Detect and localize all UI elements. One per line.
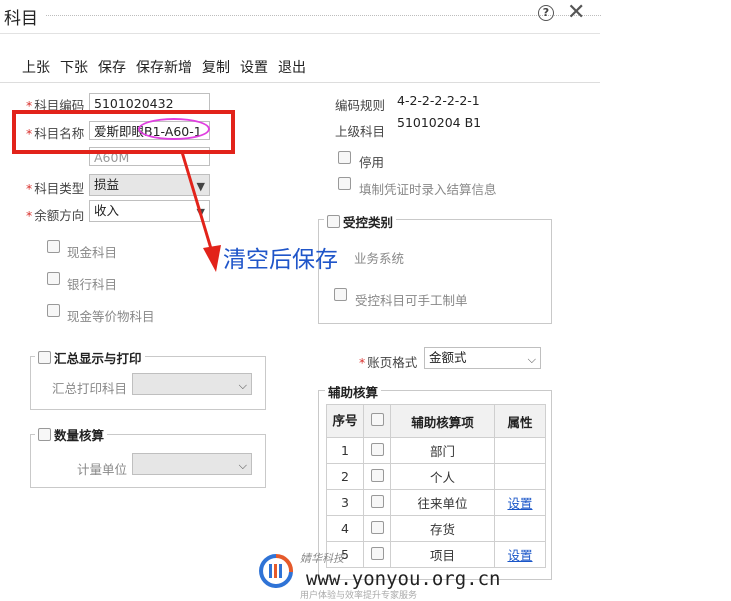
- ledger-format-value: 金额式: [429, 350, 467, 365]
- controlled-checkbox[interactable]: [327, 215, 340, 228]
- cash-checkbox[interactable]: [47, 240, 60, 257]
- ledger-format-select[interactable]: 金额式 ⌵: [424, 347, 541, 369]
- aux-header-item: 辅助核算项: [390, 404, 495, 438]
- manual-checkbox[interactable]: [334, 288, 347, 305]
- table-row[interactable]: 2 个人: [326, 463, 546, 490]
- direction-value: 收入: [94, 203, 120, 218]
- watermark-brand: 婧华科技: [300, 552, 344, 565]
- settings-button[interactable]: 设置: [240, 57, 268, 77]
- unit-select[interactable]: ⌵: [132, 453, 252, 475]
- aux-row-no: 1: [326, 437, 364, 464]
- bank-label: 银行科目: [67, 277, 118, 292]
- select-all-checkbox[interactable]: [370, 413, 384, 426]
- summary-legend-label: 汇总显示与打印: [54, 351, 142, 366]
- aux-row-item: 部门: [390, 437, 495, 464]
- aux-row-no: 3: [326, 489, 364, 516]
- unit-label: 计量单位: [77, 462, 128, 477]
- summary-print-select[interactable]: ⌵: [132, 373, 252, 395]
- parent-value: 51010204 B1: [397, 115, 482, 130]
- table-row[interactable]: 5 项目 设置: [326, 541, 546, 568]
- question-circle-icon[interactable]: ?: [538, 5, 554, 21]
- aux-row-item: 往来单位: [390, 489, 495, 516]
- watermark-site: www.yonyou.org.cn: [306, 568, 501, 590]
- controlled-legend-label: 受控类别: [343, 215, 394, 230]
- settle-label: 填制凭证时录入结算信息: [359, 182, 497, 197]
- watermark-subtitle: 用户体验与效率提升专家服务: [300, 591, 418, 601]
- window-title: 科目: [4, 9, 38, 29]
- manual-label: 受控科目可手工制单: [355, 293, 468, 308]
- aux-row-no: 4: [326, 515, 364, 542]
- quantity-checkbox[interactable]: [38, 428, 51, 441]
- annotation-arrow-icon: [180, 151, 221, 272]
- aux-header-attr: 属性: [494, 404, 546, 438]
- title-divider: [46, 15, 601, 16]
- coding-rule-label: 编码规则: [335, 98, 386, 113]
- aux-row-checkbox[interactable]: [363, 541, 391, 568]
- prev-button[interactable]: 上张: [22, 57, 50, 77]
- aux-row-checkbox[interactable]: [363, 489, 391, 516]
- header-divider: [0, 33, 600, 34]
- copy-button[interactable]: 复制: [202, 57, 230, 77]
- close-icon[interactable]: ✕: [567, 1, 585, 25]
- controlled-legend: 受控类别: [324, 212, 397, 231]
- disabled-checkbox[interactable]: [338, 151, 351, 168]
- summary-legend: 汇总显示与打印: [35, 348, 145, 367]
- aux-row-attr-link[interactable]: 设置: [494, 541, 546, 568]
- cash-label: 现金科目: [67, 245, 118, 260]
- aux-row-attr: [494, 437, 546, 464]
- aux-row-item: 个人: [390, 463, 495, 490]
- cash-equiv-label: 现金等价物科目: [67, 309, 155, 324]
- quantity-legend-label: 数量核算: [54, 428, 105, 443]
- toolbar-divider: [0, 82, 600, 83]
- aux-header-no: 序号: [326, 404, 364, 438]
- business-system-label: 业务系统: [354, 251, 405, 266]
- type-value: 损益: [94, 177, 120, 192]
- save-new-button[interactable]: 保存新增: [136, 57, 192, 77]
- aux-header-select: [363, 404, 391, 438]
- summary-print-label: 汇总打印科目: [52, 381, 128, 396]
- aux-table: 序号 辅助核算项 属性 1 部门 2 个人 3 往来单位 设置 4 存货 5 项…: [326, 404, 546, 568]
- aux-row-checkbox[interactable]: [363, 515, 391, 542]
- table-row[interactable]: 3 往来单位 设置: [326, 489, 546, 516]
- aux-row-item: 存货: [390, 515, 495, 542]
- aux-row-attr: [494, 515, 546, 542]
- quantity-legend: 数量核算: [35, 425, 108, 444]
- aux-row-checkbox[interactable]: [363, 463, 391, 490]
- table-row[interactable]: 1 部门: [326, 437, 546, 464]
- coding-rule-value: 4-2-2-2-2-2-1: [397, 93, 480, 108]
- chevron-down-icon: ⌵: [238, 379, 247, 392]
- watermark-logo-icon: [259, 554, 294, 588]
- ledger-format-label: * 账页格式: [359, 355, 418, 370]
- chevron-down-icon: ⌵: [527, 353, 536, 366]
- cash-equiv-checkbox[interactable]: [47, 304, 60, 321]
- exit-button[interactable]: 退出: [278, 57, 306, 77]
- chevron-down-icon: ⌵: [238, 459, 247, 472]
- aux-header-row: 序号 辅助核算项 属性: [326, 404, 546, 438]
- settle-checkbox[interactable]: [338, 177, 351, 194]
- aux-row-no: 2: [326, 463, 364, 490]
- next-button[interactable]: 下张: [60, 57, 88, 77]
- annotation-text: 清空后保存: [223, 247, 338, 273]
- annotation-magenta-ellipse: [138, 118, 210, 140]
- save-button[interactable]: 保存: [98, 57, 126, 77]
- aux-legend: 辅助核算: [325, 382, 382, 401]
- toolbar: 上张 下张 保存 保存新增 复制 设置 退出: [22, 57, 306, 77]
- bank-checkbox[interactable]: [47, 272, 60, 289]
- aux-row-item: 项目: [390, 541, 495, 568]
- type-label: * 科目类型: [26, 181, 85, 196]
- aux-row-checkbox[interactable]: [363, 437, 391, 464]
- parent-label: 上级科目: [335, 124, 386, 139]
- table-row[interactable]: 4 存货: [326, 515, 546, 542]
- direction-label: * 余额方向: [26, 208, 85, 223]
- aux-row-attr-link[interactable]: 设置: [494, 489, 546, 516]
- summary-checkbox[interactable]: [38, 351, 51, 364]
- aux-row-attr: [494, 463, 546, 490]
- disabled-label: 停用: [359, 155, 385, 170]
